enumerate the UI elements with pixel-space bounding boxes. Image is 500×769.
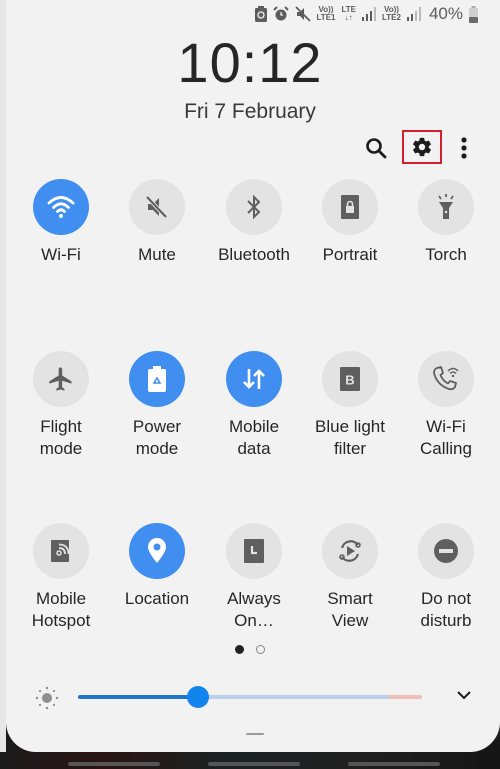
tile-toggle[interactable] <box>418 523 474 579</box>
tile-power-mode[interactable]: Power mode <box>109 351 205 460</box>
lte-arrows: ↓↑ <box>344 13 353 22</box>
lte-data-icon: LTE ↓↑ <box>341 6 356 22</box>
tile-label: Flight mode <box>39 417 83 458</box>
portrait-lock-icon <box>339 194 361 220</box>
tile-do-not-disturb[interactable]: Do not disturb <box>398 523 494 632</box>
tile-blue-light-filter[interactable]: B Blue light filter <box>302 351 398 460</box>
battery-percent: 40% <box>428 4 463 23</box>
tile-label: Do not disturb <box>420 589 472 630</box>
tile-toggle[interactable] <box>33 351 89 407</box>
tile-toggle[interactable] <box>226 179 282 235</box>
tile-toggle[interactable] <box>418 179 474 235</box>
panel-drag-handle[interactable] <box>246 733 264 735</box>
brightness-slider-thumb[interactable] <box>187 686 210 708</box>
volte-lte2-icon: Vo)) LTE2 <box>382 6 401 22</box>
expand-brightness-button[interactable] <box>454 685 474 710</box>
tile-flight-mode[interactable]: Flight mode <box>13 351 109 460</box>
tile-label: Mobile Hotspot <box>31 589 91 630</box>
lte2-label: LTE2 <box>382 13 401 22</box>
smart-view-icon <box>336 537 364 565</box>
tile-wi-fi[interactable]: Wi-Fi <box>13 179 109 266</box>
lte1-label: LTE1 <box>316 13 336 22</box>
background-dock-bar <box>208 762 300 766</box>
battery-saver-icon <box>254 6 267 22</box>
mobile-data-icon <box>240 365 268 393</box>
tile-toggle[interactable] <box>418 351 474 407</box>
wifi-icon <box>46 192 76 222</box>
tile-toggle[interactable] <box>226 523 282 579</box>
tile-toggle[interactable] <box>129 351 185 407</box>
brightness-slider-track[interactable] <box>78 686 422 708</box>
search-button[interactable] <box>358 130 394 166</box>
tile-label: Portrait <box>322 245 378 264</box>
chevron-down-icon <box>457 691 471 700</box>
tile-toggle[interactable] <box>226 351 282 407</box>
more-vertical-icon <box>461 137 467 159</box>
tile-label: Mobile data <box>228 417 280 458</box>
torch-icon <box>434 193 458 221</box>
svg-text:B: B <box>345 373 354 388</box>
location-icon <box>146 537 168 565</box>
tile-label: Always On… <box>227 589 281 630</box>
clock-time: 10:12 <box>177 31 323 94</box>
signal-sim1-icon <box>362 7 376 21</box>
tile-label: Torch <box>425 245 467 264</box>
settings-button[interactable] <box>402 130 442 164</box>
tile-toggle[interactable] <box>129 523 185 579</box>
clock-date: Fri 7 February <box>184 100 316 123</box>
tile-bluetooth[interactable]: Bluetooth <box>206 179 302 266</box>
tile-label: Mute <box>138 245 176 264</box>
tile-label: Power mode <box>132 417 182 458</box>
tile-toggle[interactable]: B <box>322 351 378 407</box>
always-on-display-icon <box>243 538 265 564</box>
tile-mobile-hotspot[interactable]: Mobile Hotspot <box>13 523 109 632</box>
background-dock-bar <box>68 762 160 766</box>
tile-toggle[interactable] <box>33 523 89 579</box>
tile-label: Wi-Fi Calling <box>420 417 472 458</box>
blue-light-filter-icon: B <box>339 366 361 392</box>
tile-label: Smart View <box>327 589 373 630</box>
mute-icon <box>144 194 170 220</box>
tile-smart-view[interactable]: Smart View <box>302 523 398 632</box>
tile-location[interactable]: Location <box>109 523 205 610</box>
airplane-icon <box>47 365 75 393</box>
alarm-icon <box>272 6 289 22</box>
background-dock-bar <box>348 762 440 766</box>
hotspot-icon <box>48 537 74 565</box>
page-dot[interactable] <box>235 645 244 654</box>
do-not-disturb-icon <box>433 538 459 564</box>
tile-toggle[interactable] <box>33 179 89 235</box>
tile-mute[interactable]: Mute <box>109 179 205 266</box>
signal-sim2-icon <box>406 7 421 21</box>
mute-icon <box>294 6 311 22</box>
volte-lte1-icon: Vo)) LTE1 <box>317 6 336 22</box>
brightness-control <box>0 680 500 714</box>
wifi-calling-icon <box>431 364 461 394</box>
tile-mobile-data[interactable]: Mobile data <box>206 351 302 460</box>
search-icon <box>366 138 387 159</box>
tile-label: Wi-Fi <box>41 245 81 264</box>
brightness-high-zone <box>388 695 422 699</box>
tile-torch[interactable]: Torch <box>398 179 494 266</box>
tile-toggle[interactable] <box>129 179 185 235</box>
battery-icon <box>469 5 478 23</box>
brightness-icon <box>34 685 60 716</box>
tile-toggle[interactable] <box>322 523 378 579</box>
gear-icon <box>413 137 431 157</box>
tile-label: Blue light filter <box>315 417 385 458</box>
status-bar: Vo)) LTE1 LTE ↓↑ Vo)) LTE2 40% <box>254 4 478 24</box>
tile-toggle[interactable] <box>322 179 378 235</box>
page-dot[interactable] <box>256 645 265 654</box>
page-indicator <box>0 645 500 654</box>
tile-label: Bluetooth <box>218 245 290 264</box>
tile-portrait[interactable]: Portrait <box>302 179 398 266</box>
power-mode-icon <box>146 365 168 393</box>
bluetooth-icon <box>243 194 265 220</box>
tile-label: Location <box>124 589 190 608</box>
more-options-button[interactable] <box>446 130 482 166</box>
tile-always-on[interactable]: Always On… <box>206 523 302 632</box>
tile-wi-fi-calling[interactable]: Wi-Fi Calling <box>398 351 494 460</box>
brightness-slider-fill <box>78 695 199 699</box>
